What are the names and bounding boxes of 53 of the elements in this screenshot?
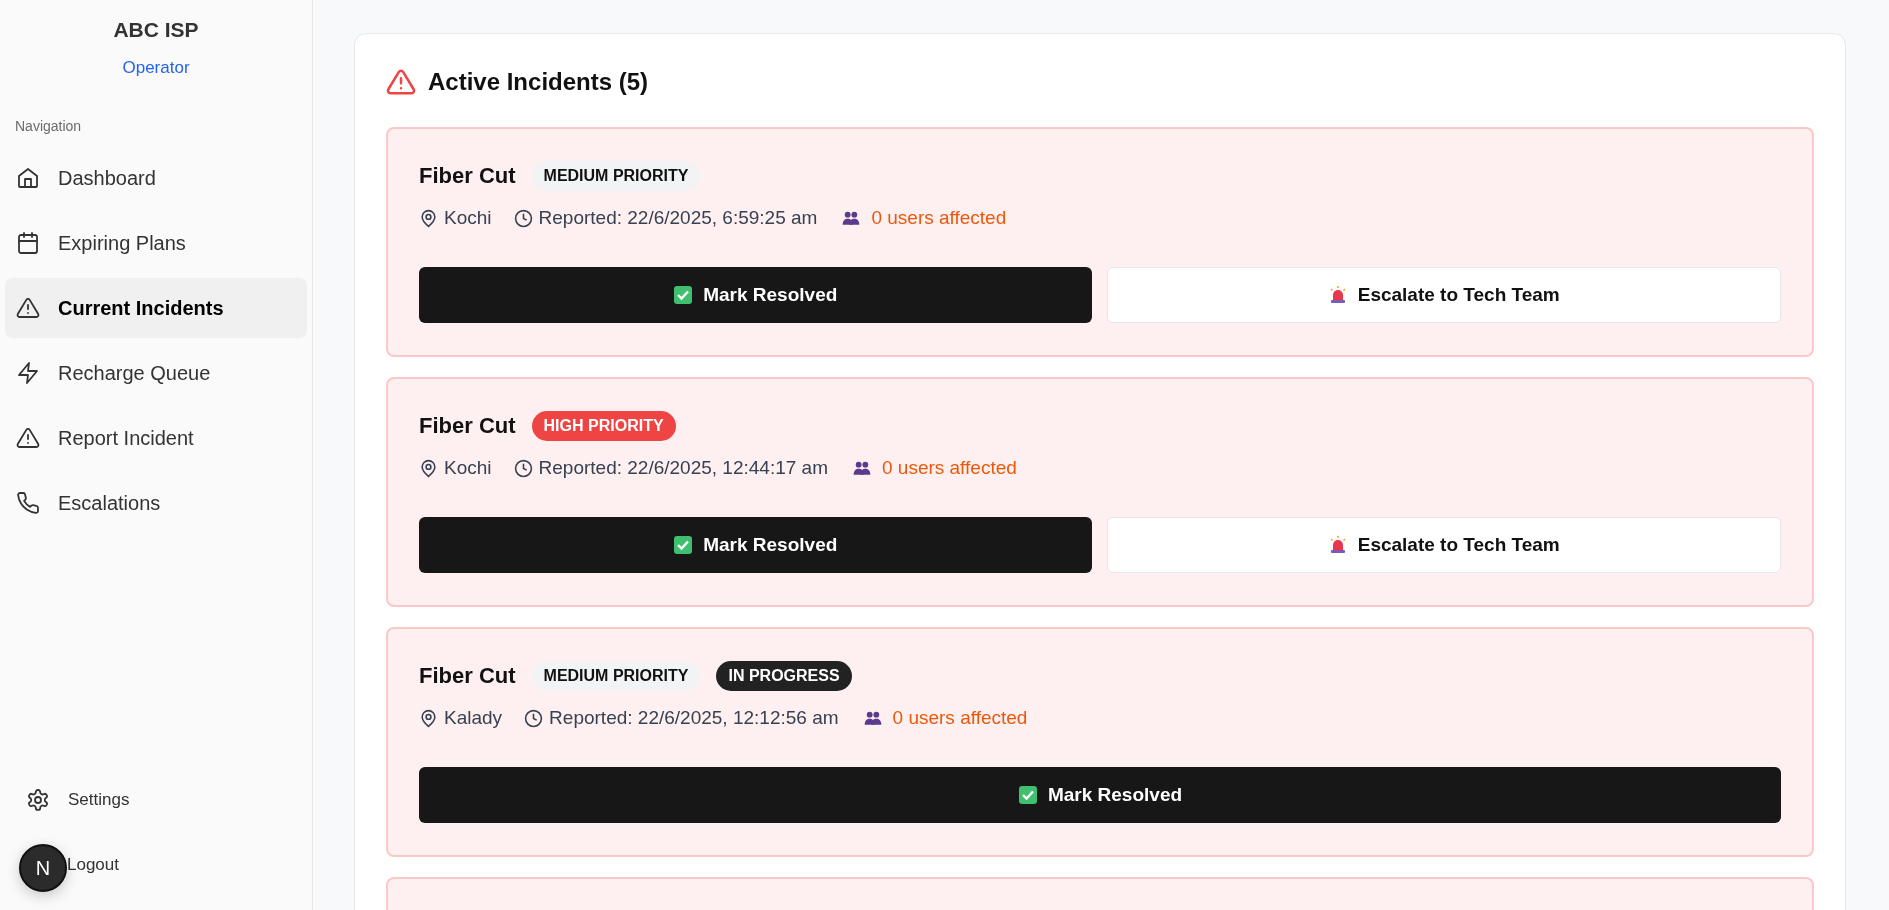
mark-resolved-button[interactable]: Mark Resolved bbox=[419, 767, 1781, 823]
reported-time: Reported: 22/6/2025, 12:44:17 am bbox=[538, 457, 828, 479]
escalate-button[interactable]: Escalate to Tech Team bbox=[1106, 267, 1781, 323]
incident-title: Fiber Cut bbox=[419, 663, 516, 689]
nav-item[interactable]: Report Incident bbox=[5, 408, 307, 468]
priority-badge: HIGH PRIORITY bbox=[531, 411, 676, 441]
incident-location: Kochi bbox=[444, 207, 492, 229]
map-pin-icon bbox=[419, 208, 438, 228]
nav-item[interactable]: Escalations bbox=[5, 473, 307, 533]
warning-icon bbox=[16, 426, 40, 450]
incident-title: Fiber Cut bbox=[419, 163, 516, 189]
map-pin-icon bbox=[419, 708, 438, 728]
mark-resolved-button[interactable]: Mark Resolved bbox=[419, 517, 1092, 573]
affected-users: 0 users affected bbox=[871, 207, 1007, 229]
status-badge: IN PROGRESS bbox=[716, 661, 852, 691]
escalate-button[interactable]: Escalate to Tech Team bbox=[1106, 517, 1781, 573]
sidebar-link[interactable]: Settings bbox=[5, 770, 151, 830]
map-pin-icon bbox=[419, 458, 438, 478]
siren-icon bbox=[1327, 285, 1348, 305]
reported-time: Reported: 22/6/2025, 12:12:56 am bbox=[549, 707, 839, 729]
clock-icon bbox=[524, 708, 544, 728]
affected-users: 0 users affected bbox=[881, 457, 1017, 479]
calendar-icon bbox=[16, 231, 40, 255]
priority-badge: MEDIUM PRIORITY bbox=[531, 161, 701, 191]
phone-icon bbox=[16, 491, 40, 515]
nav-item[interactable]: Current Incidents bbox=[5, 278, 307, 338]
settings-icon bbox=[26, 788, 50, 812]
check-icon bbox=[1017, 785, 1038, 805]
incident-title: Fiber Cut bbox=[419, 413, 516, 439]
clock-icon bbox=[513, 208, 533, 228]
check-icon bbox=[673, 535, 694, 555]
nav-item[interactable]: Dashboard bbox=[5, 148, 307, 208]
reported-time: Reported: 22/6/2025, 6:59:25 am bbox=[538, 207, 818, 229]
brand-name: ABC ISP bbox=[112, 18, 200, 42]
check-icon bbox=[673, 285, 694, 305]
priority-badge: MEDIUM PRIORITY bbox=[531, 661, 701, 691]
dev-tools-badge[interactable]: N bbox=[19, 844, 67, 892]
nav-item[interactable]: Recharge Queue bbox=[5, 343, 307, 403]
warning-icon bbox=[386, 67, 416, 97]
clock-icon bbox=[513, 458, 533, 478]
section-label: Navigation bbox=[15, 118, 83, 134]
warning-icon bbox=[16, 296, 40, 320]
home-icon bbox=[16, 166, 40, 190]
panel-title: Active Incidents (5) bbox=[428, 68, 649, 96]
affected-users: 0 users affected bbox=[892, 707, 1028, 729]
mark-resolved-button[interactable]: Mark Resolved bbox=[419, 267, 1092, 323]
siren-icon bbox=[1327, 535, 1348, 555]
incident-location: Kochi bbox=[444, 457, 492, 479]
sidebar-link[interactable]: Logout bbox=[67, 835, 125, 895]
lightning-icon bbox=[16, 361, 40, 385]
nav-item[interactable]: Expiring Plans bbox=[5, 213, 307, 273]
user-role: Operator bbox=[121, 58, 191, 78]
incident-location: Kalady bbox=[444, 707, 503, 729]
